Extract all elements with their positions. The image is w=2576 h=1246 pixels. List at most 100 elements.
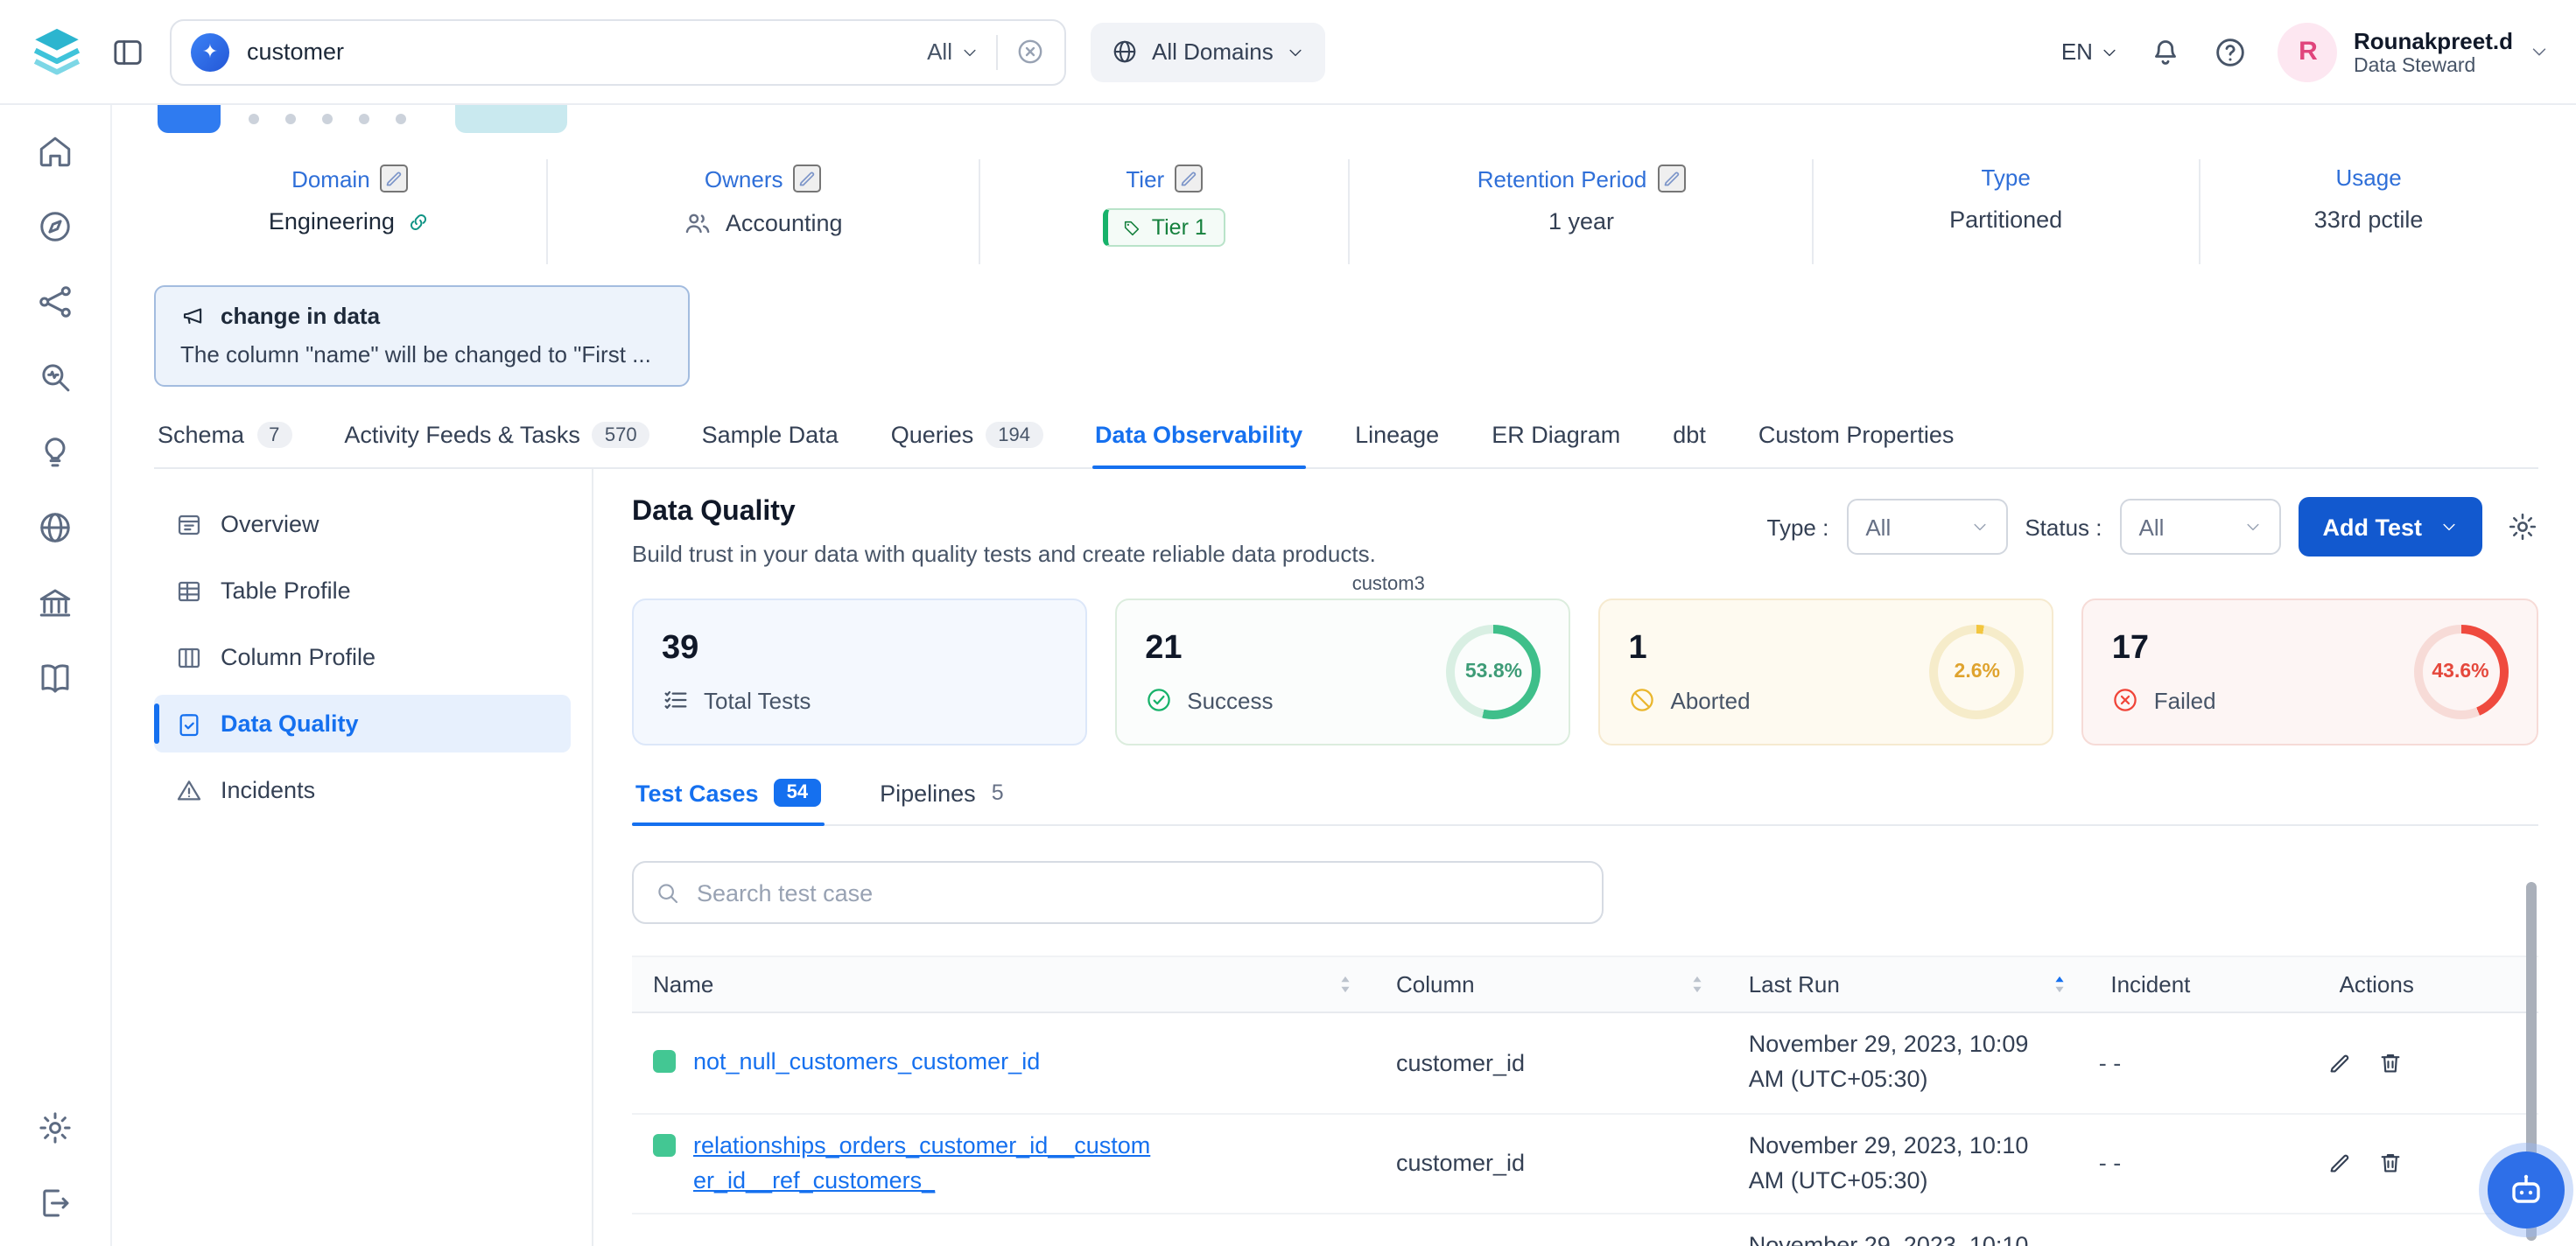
search-scope-select[interactable]: All — [927, 38, 979, 65]
help-icon — [2214, 34, 2249, 69]
language-select[interactable]: EN — [2061, 38, 2119, 65]
tab-test-cases[interactable]: Test Cases 54 — [632, 779, 824, 824]
type-filter-select[interactable]: All — [1846, 499, 2007, 555]
meta-owners-value[interactable]: Accounting — [726, 210, 843, 236]
cell-column: customer_id — [1375, 1137, 1728, 1191]
cell-last-run: November 29, 2023, 10:10 AM (UTC+05:30) — [1728, 1114, 2078, 1213]
sidebar-item-domains[interactable] — [37, 509, 74, 546]
tab-sample-data[interactable]: Sample Data — [698, 406, 842, 467]
edit-test-button[interactable] — [2327, 1050, 2354, 1076]
nav-item-table-profile[interactable]: Table Profile — [154, 562, 571, 620]
tooltip-custom3: custom3 — [1352, 574, 1425, 595]
page-title: Data Quality — [632, 497, 1376, 528]
pipelines-count: 5 — [992, 780, 1004, 805]
quality-settings-button[interactable] — [2506, 511, 2537, 542]
entity-meta-row: Domain Engineering Owners Accounting Tie… — [154, 159, 2537, 264]
edit-icon[interactable] — [1657, 164, 1685, 192]
notifications-button[interactable] — [2149, 34, 2184, 69]
cell-actions — [2306, 1036, 2525, 1090]
tab-er-diagram[interactable]: ER Diagram — [1488, 406, 1624, 467]
sidebar-toggle-button[interactable] — [110, 34, 145, 69]
sidebar-item-govern[interactable] — [37, 584, 74, 621]
status-filter-select[interactable]: All — [2120, 499, 2281, 555]
entity-action-dots — [249, 114, 406, 124]
summary-cards: 39 Total Tests custom3 21 Success 53.8% — [632, 598, 2537, 746]
add-test-button[interactable]: Add Test — [2299, 497, 2482, 556]
user-menu[interactable]: R Rounakpreet.d Data Steward — [2278, 22, 2548, 81]
chevron-down-icon — [2244, 518, 2262, 536]
test-case-link[interactable]: not_null_customers_customer_id — [693, 1046, 1040, 1080]
table-row: not_null_customers_customer_id customer_… — [632, 1013, 2537, 1114]
gear-icon — [37, 1110, 74, 1146]
sort-icon-ascending — [2049, 973, 2068, 996]
nav-item-overview[interactable]: Overview — [154, 495, 571, 553]
meta-tier: Tier Tier 1 — [979, 159, 1349, 264]
settings-button[interactable] — [37, 1110, 74, 1146]
search-icon — [655, 879, 681, 906]
global-search[interactable]: ✦ All — [170, 18, 1066, 85]
domains-dropdown[interactable]: All Domains — [1091, 22, 1326, 81]
compass-icon — [37, 208, 74, 245]
status-filter-label: Status : — [2025, 514, 2102, 540]
sidebar-item-lineage[interactable] — [37, 284, 74, 320]
table-icon — [175, 577, 203, 605]
page-subtitle: Build trust in your data with quality te… — [632, 541, 1376, 567]
tab-queries[interactable]: Queries194 — [888, 406, 1046, 467]
sidebar-item-home[interactable] — [37, 133, 74, 170]
success-donut: 53.8% — [1447, 625, 1541, 719]
language-value: EN — [2061, 38, 2093, 65]
search-scope-value: All — [927, 38, 952, 65]
logout-button[interactable] — [37, 1185, 74, 1222]
edit-icon[interactable] — [1175, 164, 1203, 192]
observability-pane: Overview Table Profile Column Profile Da… — [154, 469, 2537, 1246]
card-failed[interactable]: 17 Failed 43.6% — [2082, 598, 2537, 746]
alert-triangle-icon — [175, 776, 203, 804]
tab-schema[interactable]: Schema7 — [154, 406, 295, 467]
nav-item-data-quality[interactable]: Data Quality — [154, 695, 571, 752]
sidebar-item-observability[interactable] — [37, 359, 74, 396]
tab-pipelines[interactable]: Pipelines 5 — [876, 779, 1007, 824]
test-case-link[interactable]: relationships_orders_customer_id__custom… — [693, 1129, 1152, 1197]
failed-donut: 43.6% — [2413, 625, 2508, 719]
test-case-search[interactable] — [632, 861, 1604, 924]
meta-usage-value: 33rd pctile — [2314, 206, 2424, 233]
search-divider — [996, 34, 998, 69]
edit-icon[interactable] — [794, 164, 822, 192]
global-search-input[interactable] — [247, 38, 909, 65]
help-button[interactable] — [2214, 34, 2249, 69]
meta-domain-value[interactable]: Engineering — [269, 208, 395, 234]
search-clear-button[interactable] — [1015, 37, 1045, 66]
globe-icon — [1112, 38, 1138, 65]
support-chat-button[interactable] — [2487, 1152, 2564, 1228]
tab-custom-properties[interactable]: Custom Properties — [1755, 406, 1958, 467]
sidebar-item-insights[interactable] — [37, 434, 74, 471]
meta-usage: Usage 33rd pctile — [2198, 159, 2537, 264]
columns-icon — [175, 643, 203, 671]
chevron-down-icon — [1970, 518, 1988, 536]
tab-lineage[interactable]: Lineage — [1351, 406, 1442, 467]
delete-test-button[interactable] — [2378, 1050, 2404, 1076]
edit-icon[interactable] — [381, 164, 409, 192]
card-total-tests[interactable]: 39 Total Tests — [632, 598, 1087, 746]
status-success-square — [653, 1134, 676, 1157]
tab-dbt[interactable]: dbt — [1669, 406, 1709, 467]
announcement-card[interactable]: change in data The column "name" will be… — [154, 285, 690, 387]
card-aborted[interactable]: 1 Aborted 2.6% — [1599, 598, 2054, 746]
column-header-last-run[interactable]: Last Run — [1728, 957, 2090, 1012]
card-success[interactable]: custom3 21 Success 53.8% — [1115, 598, 1570, 746]
sidebar-item-glossary[interactable] — [37, 660, 74, 696]
edit-test-button[interactable] — [2327, 1151, 2354, 1177]
graph-icon — [37, 284, 74, 320]
column-header-column[interactable]: Column — [1375, 957, 1728, 1012]
test-case-search-input[interactable] — [697, 879, 1581, 906]
avatar: R — [2278, 22, 2338, 81]
nav-item-incidents[interactable]: Incidents — [154, 761, 571, 819]
delete-test-button[interactable] — [2378, 1151, 2404, 1177]
tab-data-observability[interactable]: Data Observability — [1091, 406, 1306, 467]
logout-icon — [37, 1185, 74, 1222]
meta-type-value: Partitioned — [1949, 206, 2062, 233]
tab-activity-feeds[interactable]: Activity Feeds & Tasks570 — [340, 406, 652, 467]
column-header-name[interactable]: Name — [632, 957, 1375, 1012]
nav-item-column-profile[interactable]: Column Profile — [154, 628, 571, 686]
sidebar-item-explore[interactable] — [37, 208, 74, 245]
